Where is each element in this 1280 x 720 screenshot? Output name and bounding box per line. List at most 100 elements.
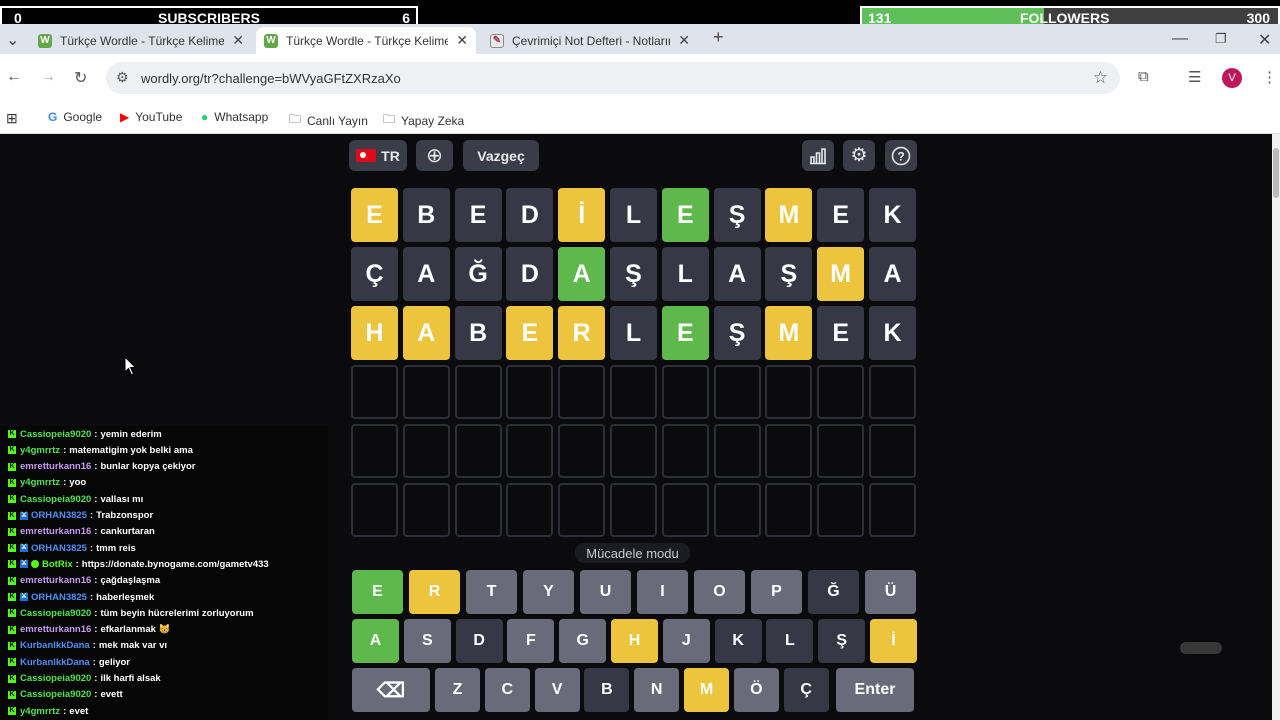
chat-message: K Cassiopeia9020: evett [8,687,123,703]
chat-username[interactable]: emretturkann16 [20,575,91,586]
bookmark-google[interactable]: G Google [48,110,102,124]
apps-icon[interactable]: ⊞ [6,110,18,127]
key[interactable]: O [694,570,745,614]
empty-tile [765,483,813,537]
tab-wordle-2[interactable]: W Türkçe Wordle - Türkçe Kelimel ✕ [256,27,476,54]
tab-search-icon[interactable]: ⌄ [6,30,19,50]
chat-username[interactable]: y4gmrrtz [20,477,60,488]
chat-username[interactable]: y4gmrrtz [20,706,60,717]
bookmark-canli-yayin[interactable]: 🗀 Canlı Yayın [289,110,368,131]
chat-username[interactable]: KurbanlkkDana [20,657,90,668]
key[interactable]: Ç [783,668,829,712]
chat-username[interactable]: ORHAN3825 [31,510,87,521]
key[interactable]: Ğ [808,570,859,614]
key[interactable]: D [455,619,503,663]
chat-separator: : [63,444,67,456]
chat-username[interactable]: ORHAN3825 [31,592,87,603]
chat-username[interactable]: ORHAN3825 [31,543,87,554]
language-button[interactable]: TR [349,140,407,171]
key[interactable]: İ [870,619,917,663]
key[interactable]: Ö [733,668,779,712]
chat-username[interactable]: Cassiopeia9020 [20,608,91,619]
url-text[interactable]: wordly.org/tr?challenge=bWVyaGFtZXRzaXo [141,71,401,86]
extensions-icon[interactable]: ⧉ [1138,68,1149,85]
settings-button[interactable]: ⚙ [843,140,875,171]
media-icon[interactable]: ☰ [1188,68,1201,86]
key[interactable]: B [584,668,630,712]
kick-badge-icon: K [8,478,16,487]
key[interactable]: Ş [818,619,866,663]
chat-username[interactable]: Cassiopeia9020 [20,673,91,684]
key[interactable]: C [484,668,530,712]
chat-username[interactable]: Cassiopeia9020 [20,429,91,440]
chat-username[interactable]: emretturkann16 [20,624,91,635]
key[interactable]: A [352,619,399,663]
empty-tile [351,424,398,478]
chat-username[interactable]: emretturkann16 [20,461,91,472]
letter-tile: A [402,247,450,301]
help-button[interactable]: ? [885,140,917,171]
avatar[interactable]: V [1222,68,1242,88]
key[interactable]: Ü [865,570,916,614]
scrollbar-thumb[interactable] [1273,148,1279,198]
tab-title: Türkçe Wordle - Türkçe Kelimel [60,33,225,48]
chat-separator: : [63,705,67,717]
forward-icon[interactable]: → [40,68,56,86]
stats-button[interactable] [802,140,834,171]
key[interactable]: K [714,619,762,663]
key[interactable]: M [684,668,729,712]
chat-text: yemin ederim [100,428,162,440]
key[interactable]: E [352,570,403,614]
backspace-key[interactable]: ⌫ [352,668,430,712]
key[interactable]: Y [523,570,574,614]
address-bar[interactable]: ⚙ wordly.org/tr?challenge=bWVyaGFtZXRzaX… [106,62,1120,94]
restore-icon[interactable]: ❐ [1215,31,1227,47]
close-icon[interactable]: ✕ [456,32,468,49]
chat-username[interactable]: emretturkann16 [20,526,91,537]
tab-wordle-1[interactable]: W Türkçe Wordle - Türkçe Kelimel ✕ [30,27,252,54]
enter-key[interactable]: Enter [836,668,914,712]
key[interactable]: U [580,570,631,614]
help-icon: ? [891,146,911,165]
page-scrollbar[interactable] [1272,134,1280,720]
site-info-icon[interactable]: ⚙ [116,69,129,86]
key[interactable]: J [662,619,710,663]
tab-notepad[interactable]: ✎ Çevrimiçi Not Defteri - Notların ✕ [482,27,698,54]
empty-tile [506,483,554,537]
key[interactable]: R [409,570,460,614]
key[interactable]: F [507,619,555,663]
wordle-favicon-icon: W [38,33,52,48]
close-window-icon[interactable]: ✕ [1258,30,1271,50]
key[interactable]: N [634,668,680,712]
letter-tile: Ğ [454,247,502,301]
chat-username[interactable]: KurbanlkkDana [20,640,90,651]
chat-username[interactable]: BotRix [42,559,73,570]
bookmark-yapay-zeka[interactable]: 🗀 Yapay Zeka [383,110,464,131]
chat-message: Kemretturkann16: çağdaşlaşma [8,573,160,589]
key[interactable]: L [766,619,814,663]
bookmark-star-icon[interactable]: ☆ [1093,68,1108,88]
chat-username[interactable]: Cassiopeia9020 [20,689,91,700]
close-icon[interactable]: ✕ [678,32,690,49]
bookmark-youtube[interactable]: ▶ YouTube [120,110,182,124]
minimize-icon[interactable]: — [1172,30,1188,48]
chat-username[interactable]: Cassiopeia9020 [20,494,91,505]
new-tab-button[interactable]: + [713,27,724,48]
key[interactable]: S [403,619,451,663]
key[interactable]: T [466,570,517,614]
key[interactable]: G [559,619,607,663]
reload-icon[interactable]: ↻ [74,68,87,88]
chat-message: K Cassiopeia9020: vallası mı [8,491,143,507]
key[interactable]: I [637,570,688,614]
chat-username[interactable]: y4gmrrtz [20,445,60,456]
giveup-button[interactable]: Vazgeç [463,140,539,171]
key[interactable]: P [751,570,802,614]
bookmark-whatsapp[interactable]: ● Whatsapp [201,110,268,124]
close-icon[interactable]: ✕ [232,32,244,49]
new-game-button[interactable]: ⊕ [416,140,453,171]
menu-icon[interactable]: ⋮ [1262,68,1277,86]
key[interactable]: Z [435,668,480,712]
key[interactable]: V [534,668,580,712]
key[interactable]: H [611,619,658,663]
back-icon[interactable]: ← [6,68,22,86]
